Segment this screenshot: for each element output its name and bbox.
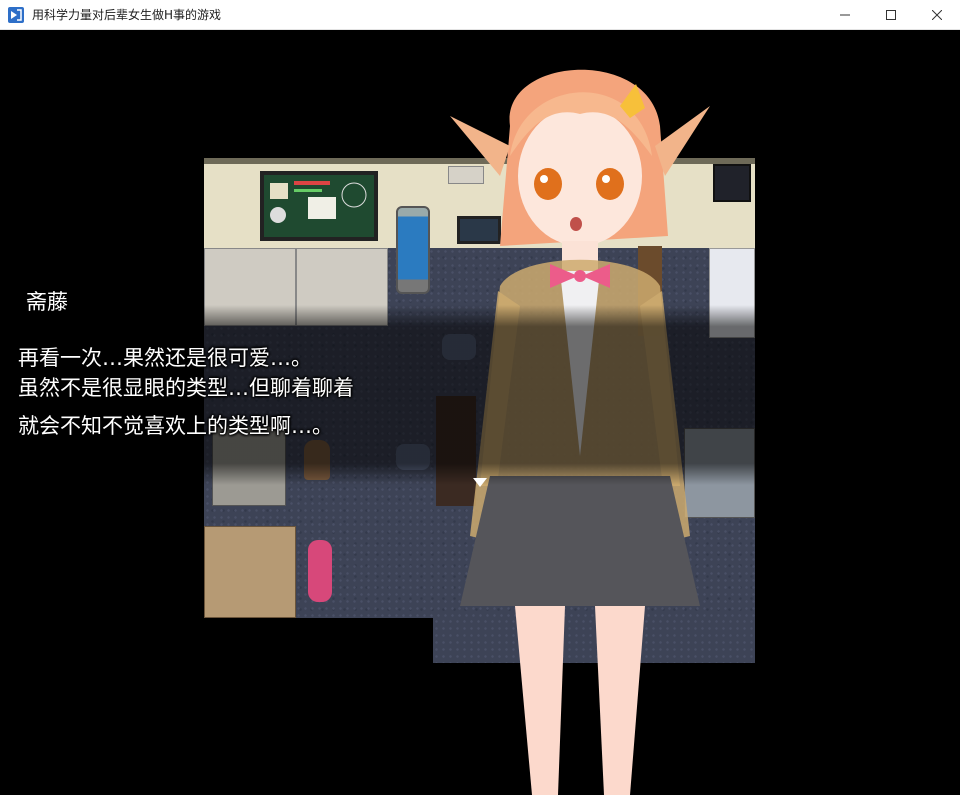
chalkboard [260,171,378,241]
specimen-tank [396,206,430,294]
minimize-button[interactable] [822,0,868,30]
maximize-button[interactable] [868,0,914,30]
triangle-down-icon[interactable] [473,478,487,487]
message-line-1: 再看一次…果然还是很可爱…。 [18,346,312,370]
cardboard-boxes [204,526,296,618]
window-controls [822,0,960,30]
anatomy-model [308,540,332,602]
message-line-3: 就会不知不觉喜欢上的类型啊…。 [18,414,333,438]
window-title: 用科学力量对后辈女生做H事的游戏 [32,8,222,22]
game-viewport[interactable]: 斋藤 再看一次…果然还是很可爱…。 虽然不是很显眼的类型…但聊着聊着 就会不知不… [0,30,960,795]
speaker-name: 斋藤 [26,290,68,314]
message-line-2: 虽然不是很显眼的类型…但聊着聊着 [18,376,354,400]
close-button[interactable] [914,0,960,30]
window-titlebar[interactable]: 用科学力量对后辈女生做H事的游戏 [0,0,960,30]
app-icon [8,6,24,23]
minimize-icon [840,14,850,16]
maximize-icon [886,10,896,20]
close-icon [932,10,942,20]
